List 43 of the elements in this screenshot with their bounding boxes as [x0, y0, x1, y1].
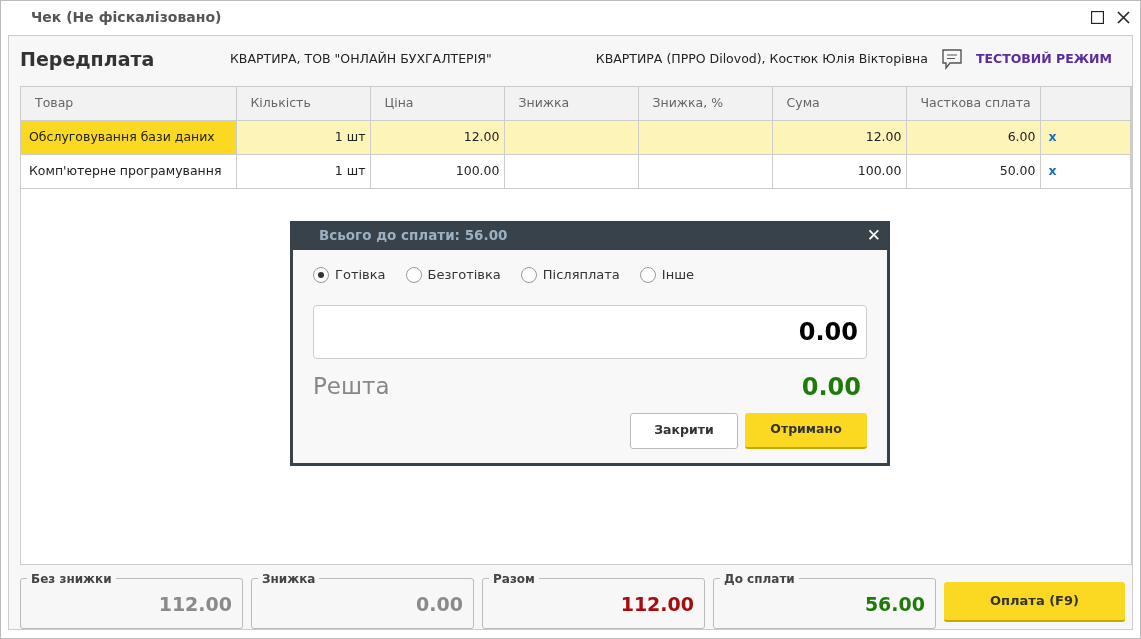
- mode-label: ТЕСТОВИЙ РЕЖИМ: [975, 49, 1112, 68]
- table-cell: 12.00: [772, 120, 906, 154]
- page-title: Передплата: [20, 46, 156, 72]
- table-cell: 12.00: [370, 120, 504, 154]
- table-cell: Комп'ютерне програмування: [21, 154, 236, 188]
- amount-field[interactable]: 0.00: [313, 304, 867, 359]
- pay-button[interactable]: Оплата (F9): [944, 582, 1125, 622]
- table-cell: 6.00: [906, 120, 1040, 154]
- change-value: 0.00: [801, 371, 861, 403]
- confirm-button[interactable]: Отримано: [745, 412, 867, 449]
- dialog-title: Всього до сплати: 56.00: [319, 226, 508, 246]
- table-cell: 1 шт: [236, 154, 370, 188]
- column-header: Товар: [21, 87, 236, 120]
- table-cell: 1 шт: [236, 120, 370, 154]
- payment-radio[interactable]: Інше: [639, 265, 695, 285]
- cancel-button[interactable]: Закрити: [630, 412, 738, 449]
- payment-radio[interactable]: Післяплата: [520, 265, 620, 285]
- close-button[interactable]: ✕: [866, 227, 881, 244]
- total-value: 56.00: [864, 591, 925, 617]
- total-value: 112.00: [620, 591, 694, 617]
- payment-radio[interactable]: Готівка: [313, 265, 386, 285]
- company-name: КВАРТИРА, ТОВ "ОНЛАЙН БУХГАЛТЕРІЯ": [230, 49, 492, 68]
- column-header: Знижка: [504, 87, 638, 120]
- column-header: Часткова сплата: [906, 87, 1040, 120]
- column-header: Знижка, %: [638, 87, 772, 120]
- remove-link[interactable]: x: [1048, 162, 1057, 178]
- total-value: 112.00: [158, 591, 232, 617]
- total-value: 0.00: [416, 591, 463, 617]
- change-label: Решта: [313, 372, 390, 402]
- table-cell: 100.00: [772, 154, 906, 188]
- table-cell: 100.00: [370, 154, 504, 188]
- column-header: Ціна: [370, 87, 504, 120]
- column-header: Кількість: [236, 87, 370, 120]
- chat-icon[interactable]: [940, 48, 963, 70]
- payment-radio[interactable]: Безготівка: [405, 265, 501, 285]
- cashier-name: КВАРТИРА (ПРРО Dilovod), Костюк Юлія Вікторівна: [595, 49, 928, 68]
- remove-link[interactable]: x: [1048, 128, 1057, 144]
- close-icon[interactable]: [1117, 10, 1130, 24]
- table-cell: 50.00: [906, 154, 1040, 188]
- table-cell: Обслуговування бази даних: [21, 120, 236, 154]
- column-header: Сума: [772, 87, 906, 120]
- maximize-icon[interactable]: [1091, 10, 1104, 24]
- window-title: Чек (Не фіскалізовано): [31, 7, 222, 27]
